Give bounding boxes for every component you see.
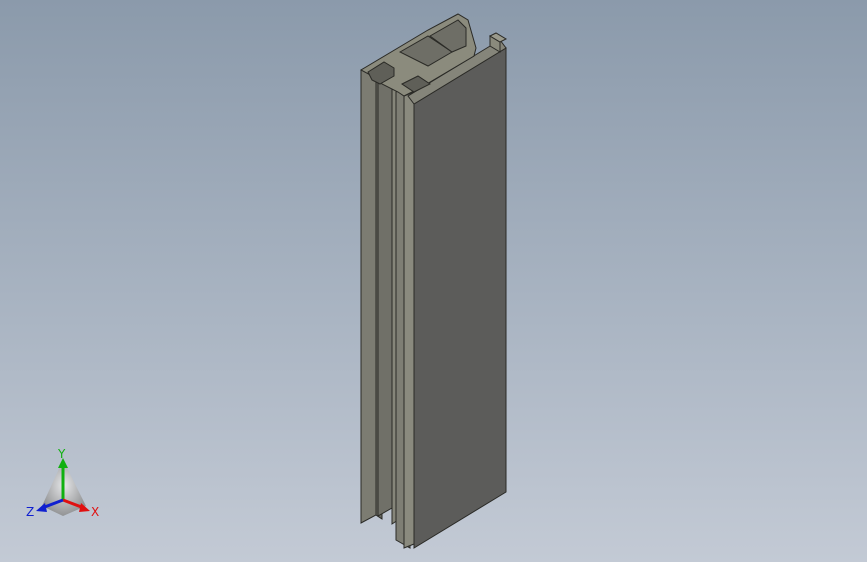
orientation-triad[interactable]: Y X Z	[20, 448, 110, 528]
x-axis-label: X	[91, 505, 99, 519]
left-flange-side	[360, 61, 377, 524]
right-flange-front	[403, 91, 415, 549]
extrusion-model[interactable]	[0, 0, 867, 562]
z-axis-label: Z	[26, 505, 34, 519]
y-axis-label: Y	[57, 448, 66, 461]
cad-viewport[interactable]: Y X Z	[0, 0, 867, 562]
left-groove-wall	[377, 71, 393, 517]
main-front-face	[413, 47, 507, 549]
